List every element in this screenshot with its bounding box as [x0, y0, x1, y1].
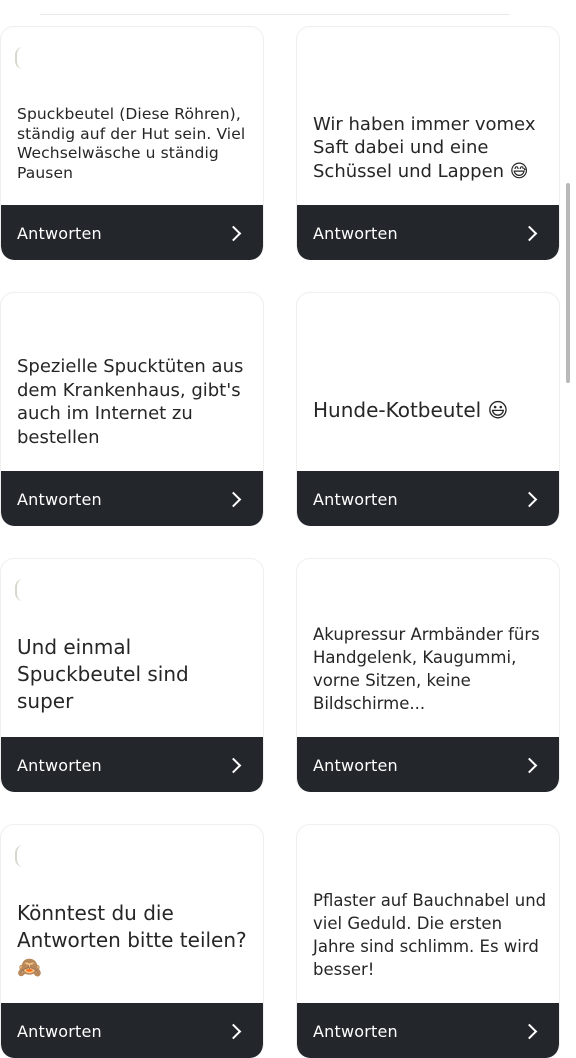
- reply-button[interactable]: Antworten: [1, 471, 263, 526]
- response-text: Könntest du die Antworten bitte teilen? …: [17, 901, 247, 979]
- reply-button[interactable]: Antworten: [297, 737, 559, 792]
- response-card: Spezielle Spucktüten aus dem Krankenhaus…: [0, 292, 264, 526]
- reply-label: Antworten: [17, 1021, 102, 1041]
- response-card: Und einmal Spuckbeutel sind super Antwor…: [0, 558, 264, 792]
- reply-label: Antworten: [313, 223, 398, 243]
- reply-label: Antworten: [313, 1021, 398, 1041]
- response-card: Pflaster auf Bauchnabel und viel Geduld.…: [296, 824, 560, 1058]
- chevron-right-icon: [521, 1023, 538, 1039]
- response-card: Hunde-Kotbeutel 😃 Antworten: [296, 292, 560, 526]
- chevron-right-icon: [521, 757, 538, 773]
- chevron-right-icon: [225, 1023, 242, 1039]
- top-divider: [40, 14, 510, 15]
- reply-button[interactable]: Antworten: [1, 205, 263, 260]
- reply-label: Antworten: [17, 755, 102, 775]
- response-card: Spuckbeutel (Diese Röhren), ständig auf …: [0, 26, 264, 260]
- scrollbar[interactable]: [566, 183, 570, 383]
- response-text: Akupressur Armbänder fürs Handgelenk, Ka…: [313, 625, 540, 713]
- reply-label: Antworten: [17, 223, 102, 243]
- response-text: Spezielle Spucktüten aus dem Krankenhaus…: [17, 356, 244, 448]
- chevron-right-icon: [521, 225, 538, 241]
- chevron-right-icon: [225, 491, 242, 507]
- reply-button[interactable]: Antworten: [297, 205, 559, 260]
- response-card: Könntest du die Antworten bitte teilen? …: [0, 824, 264, 1058]
- response-text: Spuckbeutel (Diese Röhren), ständig auf …: [17, 105, 246, 182]
- chevron-right-icon: [225, 225, 242, 241]
- response-text: Und einmal Spuckbeutel sind super: [17, 635, 189, 713]
- chevron-right-icon: [225, 757, 242, 773]
- chevron-right-icon: [521, 491, 538, 507]
- reply-button[interactable]: Antworten: [1, 1003, 263, 1058]
- reply-label: Antworten: [313, 755, 398, 775]
- reply-label: Antworten: [17, 489, 102, 509]
- response-text: Hunde-Kotbeutel 😃: [313, 397, 509, 422]
- response-text: Pflaster auf Bauchnabel und viel Geduld.…: [313, 891, 547, 979]
- response-card: Akupressur Armbänder fürs Handgelenk, Ka…: [296, 558, 560, 792]
- reply-button[interactable]: Antworten: [1, 737, 263, 792]
- reply-button[interactable]: Antworten: [297, 471, 559, 526]
- reply-label: Antworten: [313, 489, 398, 509]
- reply-button[interactable]: Antworten: [297, 1003, 559, 1058]
- response-card: Wir haben immer vomex Saft dabei und ein…: [296, 26, 560, 260]
- response-text: Wir haben immer vomex Saft dabei und ein…: [313, 113, 536, 182]
